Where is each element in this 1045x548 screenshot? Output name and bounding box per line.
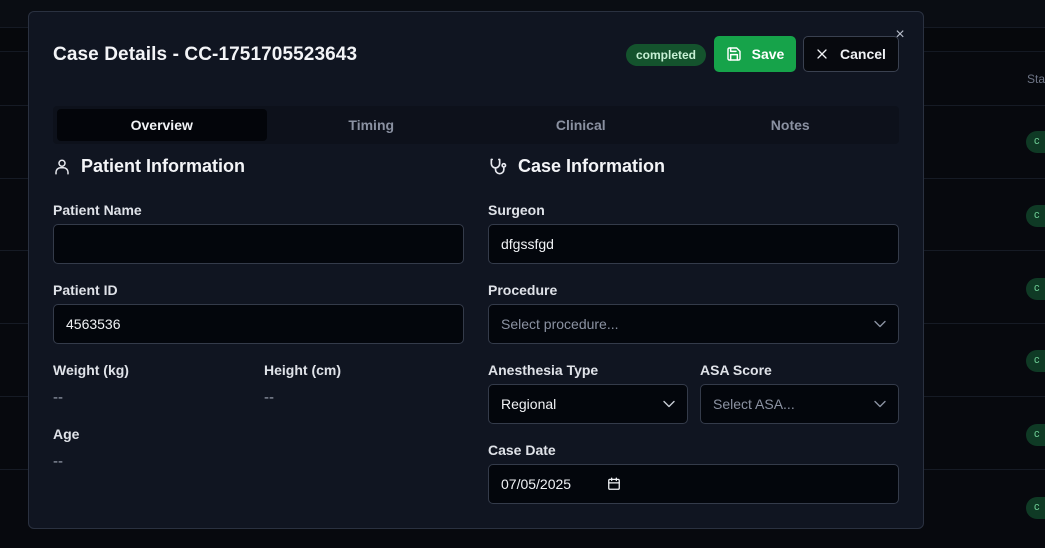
background-status-pill: c (1026, 205, 1045, 227)
age-value: -- (53, 453, 63, 470)
background-status-pill: c (1026, 350, 1045, 372)
background-status-pill: c (1026, 497, 1045, 519)
age-label: Age (53, 426, 80, 442)
case-date-value: 07/05/2025 (501, 476, 572, 492)
procedure-label: Procedure (488, 282, 558, 298)
stethoscope-icon (490, 158, 507, 174)
height-label: Height (cm) (264, 362, 341, 378)
save-button-label: Save (751, 46, 785, 62)
case-information-heading: Case Information (488, 156, 665, 177)
background-column-header: Sta (1027, 72, 1045, 86)
asa-score-placeholder: Select ASA... (713, 396, 795, 412)
chevron-down-icon (874, 320, 886, 328)
anesthesia-type-select[interactable]: Regional (488, 384, 688, 424)
patient-information-heading: Patient Information (53, 156, 245, 177)
weight-value: -- (53, 389, 63, 406)
chevron-down-icon (663, 400, 675, 408)
weight-label: Weight (kg) (53, 362, 129, 378)
cancel-button-label: Cancel (840, 46, 886, 62)
surgeon-input[interactable]: dfgssfgd (488, 224, 899, 264)
calendar-icon[interactable] (607, 477, 621, 491)
procedure-select[interactable]: Select procedure... (488, 304, 899, 344)
patient-name-label: Patient Name (53, 202, 142, 218)
patient-id-input[interactable]: 4563536 (53, 304, 464, 344)
cancel-button[interactable]: Cancel (803, 36, 899, 72)
tab-bar: Overview Timing Clinical Notes (53, 106, 899, 144)
x-icon (817, 49, 827, 59)
anesthesia-type-label: Anesthesia Type (488, 362, 599, 378)
anesthesia-type-value: Regional (501, 396, 557, 412)
chevron-down-icon (874, 400, 886, 408)
user-icon (55, 159, 69, 174)
tab-timing[interactable]: Timing (267, 109, 477, 141)
save-button[interactable]: Save (714, 36, 796, 72)
patient-name-input[interactable] (53, 224, 464, 264)
procedure-placeholder: Select procedure... (501, 316, 619, 332)
tab-clinical[interactable]: Clinical (476, 109, 686, 141)
asa-score-label: ASA Score (700, 362, 772, 378)
tab-overview[interactable]: Overview (57, 109, 267, 141)
height-value: -- (264, 389, 274, 406)
tab-notes[interactable]: Notes (686, 109, 896, 141)
status-badge: completed (626, 44, 707, 66)
background-status-pill: c (1026, 131, 1045, 153)
background-status-pill: c (1026, 424, 1045, 446)
case-date-label: Case Date (488, 442, 556, 458)
case-details-modal: × Case Details - CC-1751705523643 comple… (28, 11, 924, 529)
patient-id-label: Patient ID (53, 282, 118, 298)
save-icon (726, 47, 741, 61)
modal-title: Case Details - CC-1751705523643 (53, 44, 358, 65)
case-date-input[interactable]: 07/05/2025 (488, 464, 899, 504)
asa-score-select[interactable]: Select ASA... (700, 384, 899, 424)
surgeon-label: Surgeon (488, 202, 545, 218)
background-status-pill: c (1026, 278, 1045, 300)
